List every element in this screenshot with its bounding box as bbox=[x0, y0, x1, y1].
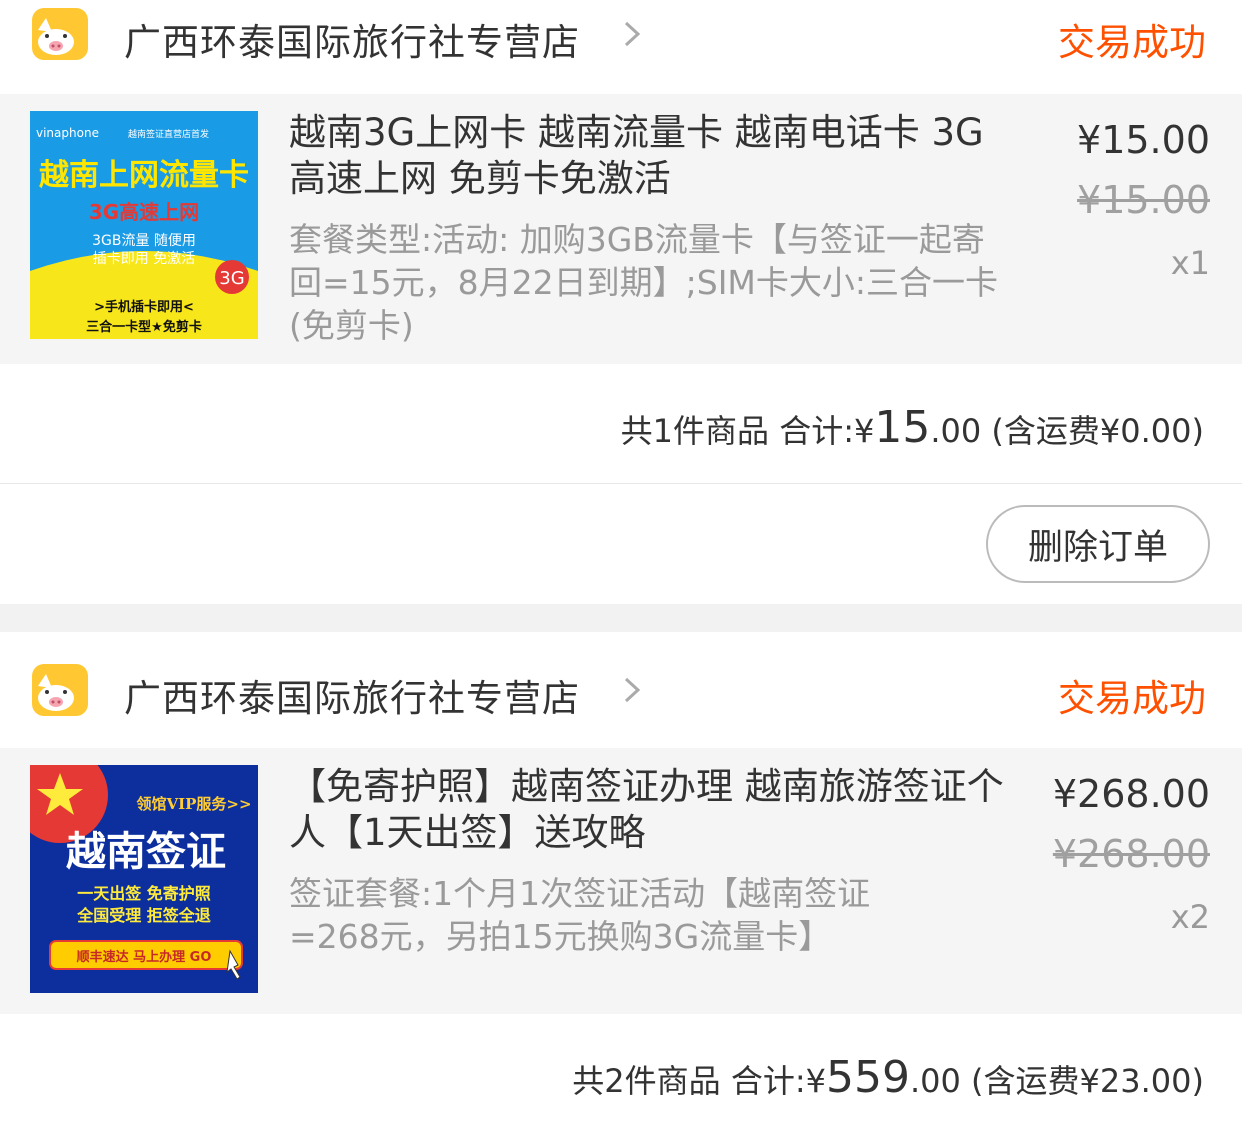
thumb-brand: vinaphone bbox=[36, 126, 99, 140]
thumb-line2: 全国受理 拒签全退 bbox=[76, 906, 211, 925]
thumb-cta: 顺丰速达 马上办理 GO bbox=[77, 949, 212, 965]
shop-logo-icon bbox=[32, 8, 88, 60]
thumb-tagline: 越南签证直营店首发 bbox=[128, 128, 209, 140]
chevron-right-icon[interactable] bbox=[618, 20, 646, 48]
chevron-right-icon[interactable] bbox=[618, 676, 646, 704]
item-count: 共2件商品 bbox=[572, 1062, 721, 1100]
shop-header[interactable]: 广西环泰国际旅行社专营店 交易成功 bbox=[0, 632, 1242, 748]
order-item[interactable]: 领馆VIP服务>> 越南签证 一天出签 免寄护照 全国受理 拒签全退 顺丰速达 … bbox=[0, 748, 1242, 1014]
product-title[interactable]: 【免寄护照】越南签证办理 越南旅游签证个人【1天出签】送攻略 bbox=[289, 764, 1009, 856]
thumb-bottom2: 三合一卡型★免剪卡 bbox=[86, 319, 202, 335]
thumb-badge: 3G bbox=[219, 268, 244, 289]
thumb-vip: 领馆VIP服务>> bbox=[135, 795, 251, 813]
product-price: ¥268.00 bbox=[1052, 772, 1210, 816]
thumb-line1: 3GB流量 随便用 bbox=[92, 233, 196, 249]
total-amount-dec: .00 bbox=[909, 1062, 961, 1100]
shop-name[interactable]: 广西环泰国际旅行社专营店 bbox=[124, 668, 580, 722]
thumb-line2: 插卡即用 免激活 bbox=[93, 250, 195, 267]
order-card-2: 广西环泰国际旅行社专营店 交易成功 领馆VIP服务>> 越南签证 一天出签 免寄… bbox=[0, 632, 1242, 1129]
shop-logo-icon bbox=[32, 664, 88, 716]
thumb-bottom1: >手机插卡即用< bbox=[94, 299, 194, 315]
shop-header[interactable]: 广西环泰国际旅行社专营店 交易成功 bbox=[0, 0, 1242, 94]
product-thumbnail[interactable]: 领馆VIP服务>> 越南签证 一天出签 免寄护照 全国受理 拒签全退 顺丰速达 … bbox=[30, 765, 258, 993]
item-count: 共1件商品 bbox=[620, 412, 770, 450]
delete-order-button[interactable]: 删除订单 bbox=[986, 505, 1210, 583]
product-quantity: x2 bbox=[1170, 898, 1210, 936]
order-status: 交易成功 bbox=[1058, 677, 1206, 720]
thumb-headline: 越南上网流量卡 bbox=[39, 158, 249, 193]
summary-text: 共2件商品 合计:¥559.00 (含运费¥23.00) bbox=[572, 1052, 1204, 1103]
order-summary: 共1件商品 合计:¥15.00 (含运费¥0.00) bbox=[0, 364, 1242, 484]
order-item[interactable]: vinaphone 越南签证直营店首发 越南上网流量卡 3G高速上网 3GB流量… bbox=[0, 94, 1242, 364]
total-label: 合计: bbox=[730, 1062, 806, 1100]
product-sku: 套餐类型:活动: 加购3GB流量卡【与签证一起寄回=15元，8月22日到期】;S… bbox=[289, 220, 999, 345]
product-quantity: x1 bbox=[1170, 244, 1210, 282]
shipping-fee: (含运费¥23.00) bbox=[971, 1062, 1204, 1100]
original-price: ¥268.00 bbox=[1052, 832, 1210, 876]
total-label: 合计: bbox=[779, 412, 854, 450]
total-amount-dec: .00 bbox=[930, 412, 982, 450]
product-title[interactable]: 越南3G上网卡 越南流量卡 越南电话卡 3G高速上网 免剪卡免激活 bbox=[289, 110, 1009, 202]
order-summary: 共2件商品 合计:¥559.00 (含运费¥23.00) bbox=[0, 1014, 1242, 1129]
thumb-sub: 3G高速上网 bbox=[89, 200, 199, 224]
order-status: 交易成功 bbox=[1058, 21, 1206, 64]
product-thumbnail[interactable]: vinaphone 越南签证直营店首发 越南上网流量卡 3G高速上网 3GB流量… bbox=[30, 111, 258, 339]
currency: ¥ bbox=[853, 412, 875, 450]
product-price: ¥15.00 bbox=[1077, 118, 1210, 162]
total-amount-int: 559 bbox=[826, 1052, 910, 1103]
order-divider bbox=[0, 604, 1242, 632]
order-actions: 删除订单 bbox=[0, 484, 1242, 604]
order-card-1: 广西环泰国际旅行社专营店 交易成功 vinaphone 越南签证直营店首发 越南… bbox=[0, 0, 1242, 604]
total-amount-int: 15 bbox=[874, 402, 931, 453]
currency: ¥ bbox=[805, 1062, 826, 1100]
thumb-headline: 越南签证 bbox=[66, 829, 226, 875]
shipping-fee: (含运费¥0.00) bbox=[991, 412, 1204, 450]
product-sku: 签证套餐:1个月1次签证活动【越南签证=268元，另拍15元换购3G流量卡】 bbox=[289, 874, 871, 956]
thumb-line1: 一天出签 免寄护照 bbox=[77, 884, 211, 903]
shop-name[interactable]: 广西环泰国际旅行社专营店 bbox=[124, 12, 580, 66]
summary-text: 共1件商品 合计:¥15.00 (含运费¥0.00) bbox=[621, 402, 1204, 453]
original-price: ¥15.00 bbox=[1077, 178, 1210, 222]
